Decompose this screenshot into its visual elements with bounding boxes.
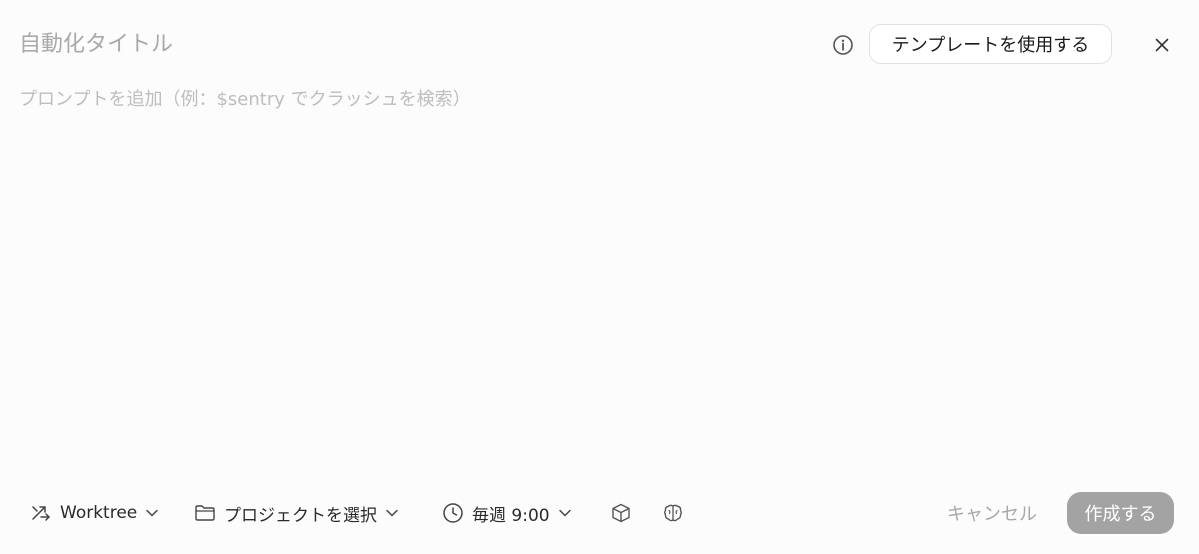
close-x-icon [1155, 38, 1169, 52]
automation-dialog: テンプレートを使用する Worktree プロジェクトを選択 [0, 0, 1199, 554]
info-button[interactable] [831, 33, 855, 57]
schedule-label: 毎週 9:00 [472, 505, 550, 526]
create-button[interactable]: 作成する [1067, 492, 1174, 534]
project-label: プロジェクトを選択 [224, 505, 377, 526]
schedule-selector[interactable]: 毎週 9:00 [442, 496, 572, 530]
clock-icon [443, 503, 463, 523]
cancel-button[interactable]: キャンセル [935, 494, 1049, 532]
cube-icon [612, 503, 630, 523]
close-button[interactable] [1149, 32, 1175, 58]
environment-button[interactable] [608, 496, 634, 530]
worktree-label: Worktree [60, 503, 138, 523]
folder-icon [195, 505, 215, 521]
chevron-down-icon [146, 509, 158, 517]
worktree-selector[interactable]: Worktree [30, 496, 159, 530]
info-circle-icon [833, 35, 853, 55]
chevron-down-icon [386, 509, 398, 517]
brain-icon [664, 504, 682, 522]
project-selector[interactable]: プロジェクトを選択 [194, 496, 399, 530]
model-button[interactable] [660, 496, 686, 530]
use-template-button[interactable]: テンプレートを使用する [869, 24, 1112, 64]
branch-arrow-icon [32, 506, 50, 521]
prompt-input[interactable] [19, 86, 1179, 466]
chevron-down-icon [558, 509, 571, 517]
automation-title-input[interactable] [19, 26, 779, 62]
